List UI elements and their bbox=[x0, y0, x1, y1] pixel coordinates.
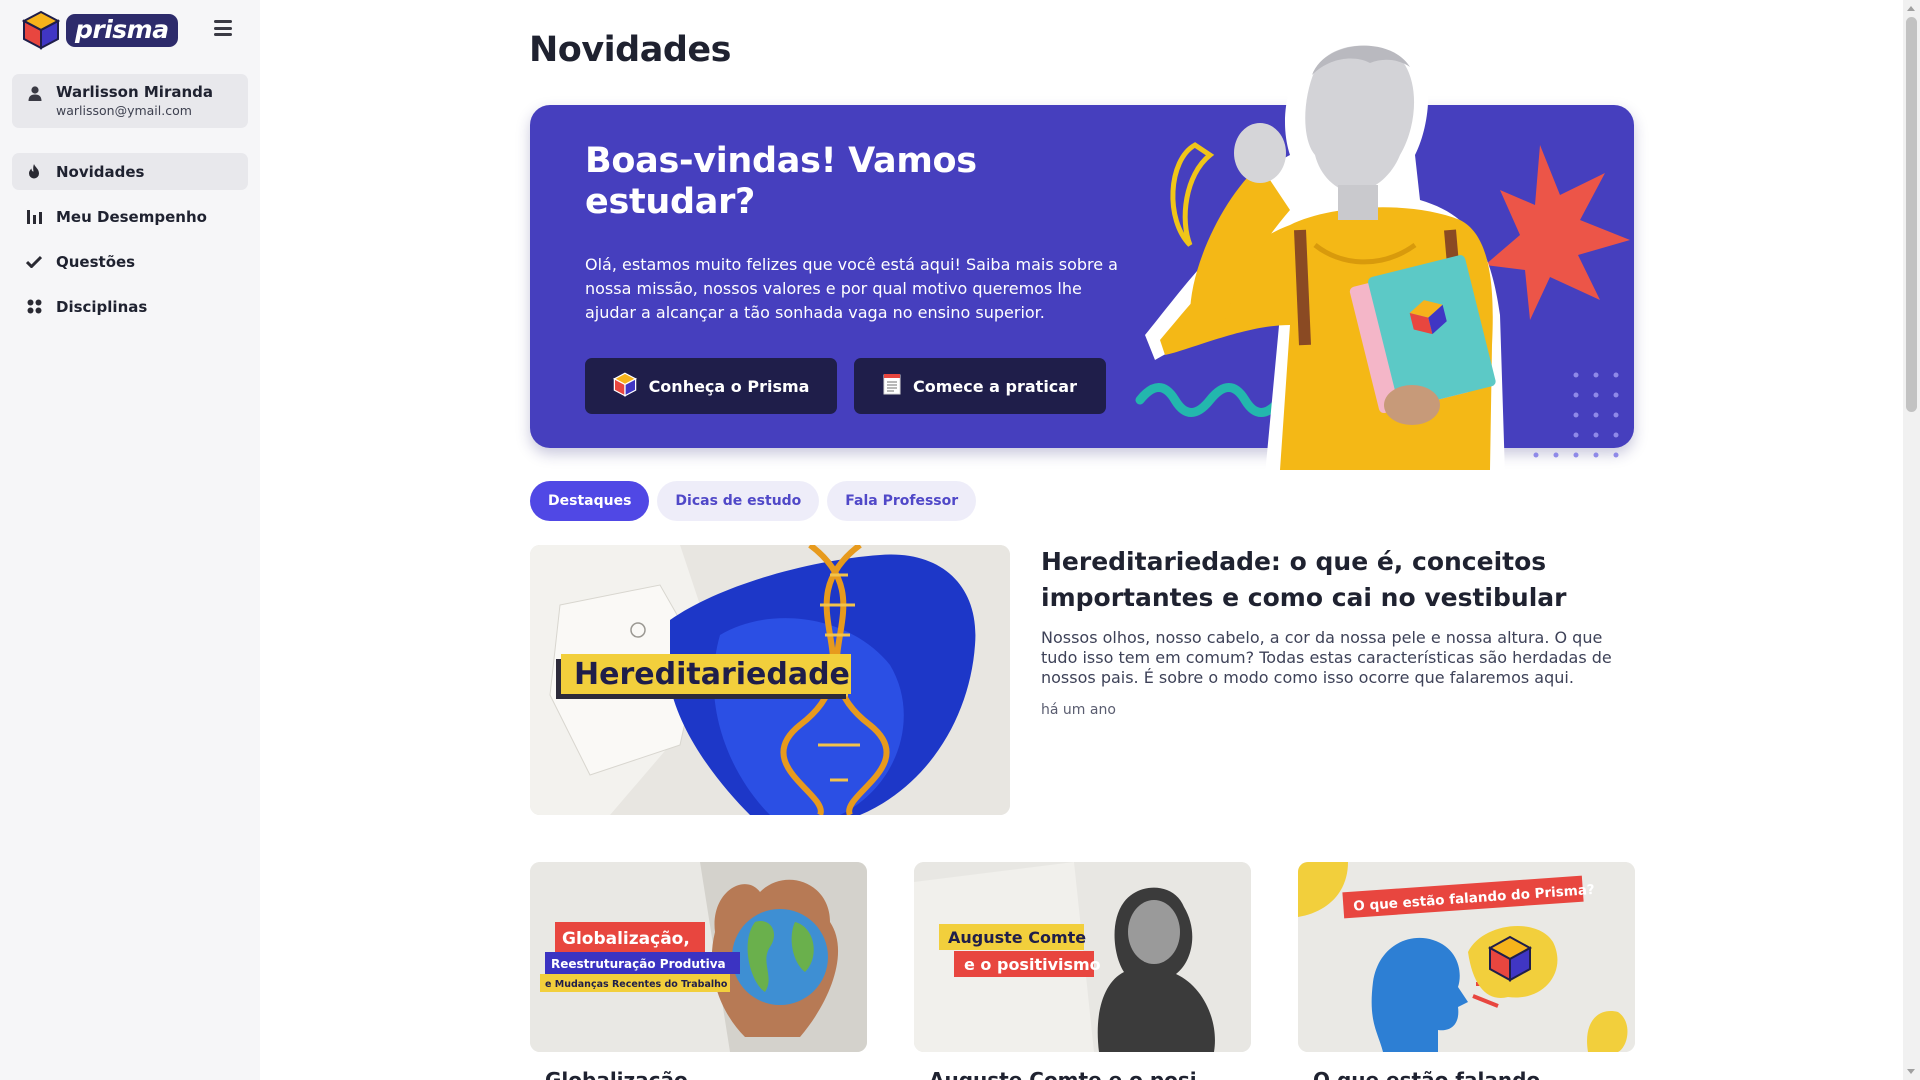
page-title: Novidades bbox=[529, 30, 731, 70]
featured-article-image[interactable]: Hereditariedade bbox=[530, 545, 1010, 815]
card-image-line: Reestruturação Produtiva bbox=[551, 957, 726, 971]
brand-logo[interactable]: prisma bbox=[22, 10, 178, 50]
article-card-title[interactable]: Auguste Comte e o posi... bbox=[929, 1068, 1266, 1080]
sidebar-item-meu-desempenho[interactable]: Meu Desempenho bbox=[12, 198, 248, 235]
article-card-comte[interactable]: Auguste Comte e o positivismo bbox=[914, 862, 1251, 1052]
fire-icon bbox=[26, 164, 42, 180]
featured-article-title[interactable]: Hereditariedade: o que é, conceitos impo… bbox=[1041, 544, 1601, 616]
scroll-down-arrow-icon[interactable] bbox=[1907, 1069, 1915, 1074]
sidebar-item-label: Questões bbox=[56, 252, 136, 271]
sidebar-nav: Novidades Meu Desempenho Questões Discip… bbox=[12, 153, 248, 333]
sidebar-item-disciplinas[interactable]: Disciplinas bbox=[12, 288, 248, 325]
featured-article-time: há um ano bbox=[1041, 702, 1116, 718]
globe-hands-illustration: Globalização, Reestruturação Produtiva e… bbox=[530, 862, 867, 1052]
check-icon bbox=[26, 254, 42, 270]
sidebar-item-label: Meu Desempenho bbox=[56, 207, 207, 226]
brand-name: prisma bbox=[66, 13, 178, 47]
scroll-up-arrow-icon[interactable] bbox=[1907, 6, 1915, 11]
welcome-banner: Boas-vindas! Vamos estudar? Olá, estamos… bbox=[530, 29, 1634, 476]
card-image-line: Globalização, bbox=[562, 929, 690, 949]
notepad-icon bbox=[883, 373, 901, 399]
scrollbar-thumb[interactable] bbox=[1906, 17, 1917, 412]
hamburger-menu-icon[interactable] bbox=[214, 20, 232, 36]
prisma-cube-icon bbox=[612, 372, 637, 401]
sidebar-item-questoes[interactable]: Questões bbox=[12, 243, 248, 280]
hero-title: Boas-vindas! Vamos estudar? bbox=[585, 141, 977, 222]
dna-illustration: Hereditariedade bbox=[530, 545, 1010, 815]
student-statue-illustration bbox=[1135, 29, 1630, 476]
content-tabs: Destaques Dicas de estudo Fala Professor bbox=[530, 481, 977, 521]
tab-dicas-de-estudo[interactable]: Dicas de estudo bbox=[657, 481, 820, 521]
article-card-globalizacao[interactable]: Globalização, Reestruturação Produtiva e… bbox=[530, 862, 867, 1052]
sidebar-item-label: Novidades bbox=[56, 162, 145, 181]
button-label: Conheça o Prisma bbox=[648, 376, 810, 396]
article-card-title[interactable]: Globalização... bbox=[545, 1068, 882, 1080]
comece-praticar-button[interactable]: Comece a praticar bbox=[854, 358, 1106, 414]
featured-image-label: Hereditariedade bbox=[574, 657, 850, 692]
sidebar: prisma Warlisson Miranda warlisson@ymail… bbox=[0, 0, 260, 1080]
page-scrollbar[interactable] bbox=[1903, 0, 1920, 1080]
sidebar-item-novidades[interactable]: Novidades bbox=[12, 153, 248, 190]
tab-destaques[interactable]: Destaques bbox=[530, 481, 650, 521]
tab-fala-professor[interactable]: Fala Professor bbox=[827, 481, 977, 521]
article-card-prisma[interactable]: O que estão falando do Prisma? bbox=[1298, 862, 1635, 1052]
bar-chart-icon bbox=[26, 209, 42, 225]
auguste-comte-illustration: Auguste Comte e o positivismo bbox=[914, 862, 1251, 1052]
conheca-prisma-button[interactable]: Conheça o Prisma bbox=[585, 358, 837, 414]
card-image-line: e Mudanças Recentes do Trabalho bbox=[545, 979, 728, 990]
sidebar-item-label: Disciplinas bbox=[56, 297, 148, 316]
speaking-head-illustration: O que estão falando do Prisma? bbox=[1298, 862, 1635, 1052]
card-image-line: Auguste Comte bbox=[948, 928, 1086, 947]
article-card-title[interactable]: O que estão falando... bbox=[1313, 1068, 1650, 1080]
user-profile-card[interactable]: Warlisson Miranda warlisson@ymail.com bbox=[12, 74, 248, 128]
user-name: Warlisson Miranda bbox=[56, 83, 214, 101]
grid-dots-icon bbox=[26, 299, 42, 315]
user-email: warlisson@ymail.com bbox=[56, 103, 192, 118]
hero-text: Olá, estamos muito felizes que você está… bbox=[585, 255, 1118, 322]
button-label: Comece a praticar bbox=[913, 376, 1077, 396]
user-icon bbox=[28, 86, 42, 128]
card-image-line: e o positivismo bbox=[964, 955, 1101, 974]
featured-article-description: Nossos olhos, nosso cabelo, a cor da nos… bbox=[1041, 628, 1612, 687]
prisma-cube-icon bbox=[22, 10, 60, 50]
